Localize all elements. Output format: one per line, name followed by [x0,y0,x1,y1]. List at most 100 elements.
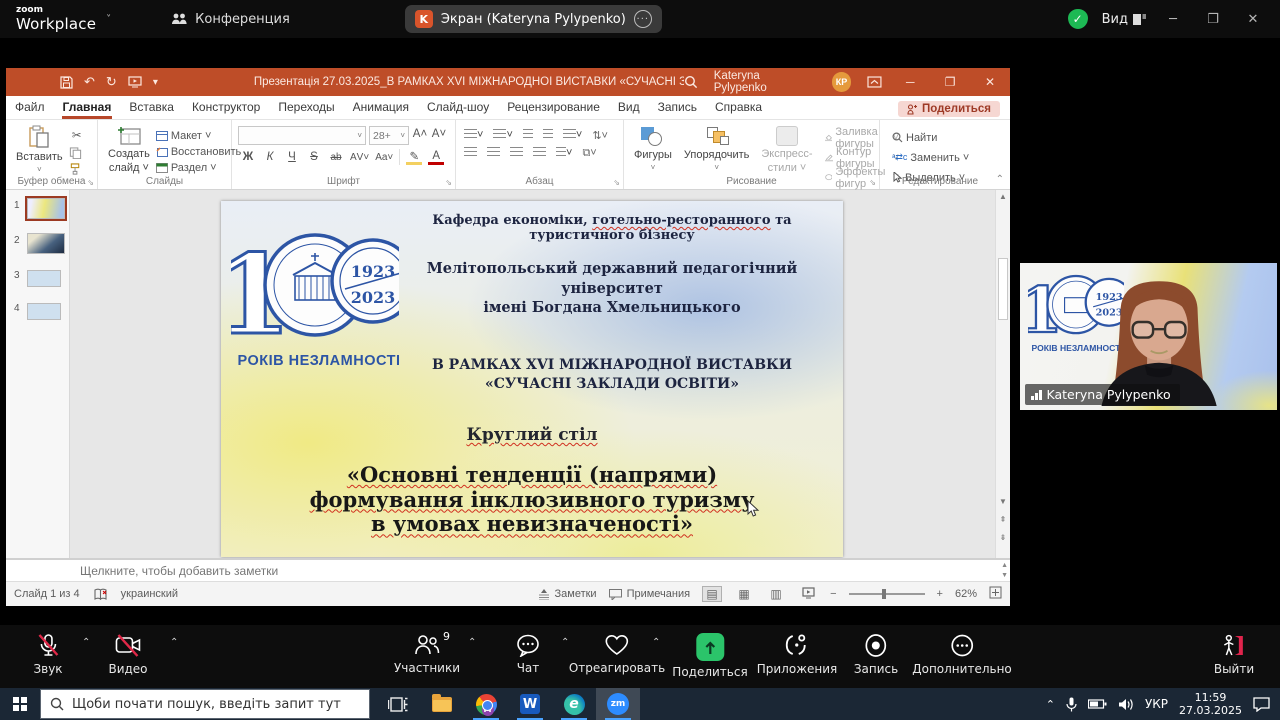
thumbnail-slide-1[interactable]: 1 [14,198,69,219]
account-avatar[interactable]: КР [832,72,852,92]
paste-button[interactable]: Вставить ˅ [10,124,69,175]
notes-pane[interactable]: Щелкните, чтобы добавить заметки ▲▼ [6,558,1010,581]
tab-view[interactable]: Вид [609,97,649,119]
tray-language-indicator[interactable]: УКР [1145,697,1168,711]
notes-toggle[interactable]: Заметки [538,588,597,600]
slide-4-thumbnail[interactable] [27,303,61,320]
start-button[interactable] [0,688,40,720]
thumbnail-slide-4[interactable]: 4 [14,301,69,320]
bullets-button[interactable]: ˅ [464,129,483,142]
shapes-button[interactable]: Фигуры ˅ [628,124,678,175]
zoom-maximize-button[interactable]: ❐ [1200,12,1226,27]
tray-mic-icon[interactable] [1066,697,1077,712]
view-menu[interactable]: Вид [1102,12,1146,27]
language-indicator[interactable]: украинский [121,588,178,600]
comments-toggle[interactable]: Примечания [609,588,691,600]
security-shield-icon[interactable]: ✓ [1068,9,1088,29]
thumbnail-slide-3[interactable]: 3 [14,268,69,287]
zoom-out-button[interactable]: − [830,588,836,600]
change-case-button[interactable]: Aa˅ [375,149,393,165]
next-slide-icon[interactable]: ⇟ [996,533,1010,542]
fit-to-window-button[interactable] [989,586,1002,602]
tray-volume-icon[interactable] [1118,698,1134,711]
tab-review[interactable]: Рецензирование [498,97,609,119]
screen-tab-more-icon[interactable]: ··· [634,10,652,28]
customize-qat-icon[interactable]: ▾ [153,77,158,88]
tab-file[interactable]: Файл [6,97,54,119]
ppt-minimize-button[interactable]: ─ [898,75,922,89]
cut-icon[interactable]: ✂ [69,128,85,143]
tray-clock[interactable]: 11:59 27.03.2025 [1179,691,1242,717]
participants-button[interactable]: 9 Участники [394,633,460,675]
slideshow-view-button[interactable] [798,587,818,602]
slide-3-thumbnail[interactable] [27,270,61,287]
previous-slide-icon[interactable]: ⇞ [996,515,1010,524]
layout-button[interactable]: Макет ˅ [156,129,241,142]
workspace-chevron-icon[interactable]: ˅ [106,14,111,25]
zoom-app-button[interactable]: zm [596,688,640,720]
tab-meeting[interactable]: Конференция [171,12,290,27]
audio-button[interactable]: Звук [33,633,62,676]
tray-expand-chevron-icon[interactable]: ⌃ [1046,698,1055,711]
reading-view-button[interactable]: ▥ [766,587,786,601]
tab-help[interactable]: Справка [706,97,771,119]
font-dialog-launcher-icon[interactable]: ⇘ [445,178,452,187]
convert-smartart-button[interactable]: ⧉˅ [582,147,596,160]
react-chevron-icon[interactable]: ⌃ [652,637,660,648]
spellcheck-icon[interactable] [94,588,107,600]
slide-sorter-view-button[interactable]: ▦ [734,587,754,601]
strikethrough-button[interactable]: S [306,149,322,165]
participant-video-tile[interactable]: 1 1923 2023 РОКІВ НЕЗЛАМНОСТІ [1020,263,1277,410]
ppt-close-button[interactable]: ✕ [978,75,1002,89]
font-size-combo[interactable]: 28+˅ [369,126,409,145]
ppt-share-button[interactable]: Поделиться [898,101,1000,117]
tab-insert[interactable]: Вставка [120,97,183,119]
increase-indent-button[interactable] [543,129,553,142]
slide-1-thumbnail[interactable] [27,198,65,219]
record-button[interactable]: Запись [854,633,898,676]
zoom-slider-knob[interactable] [882,589,886,599]
zoom-minimize-button[interactable]: ─ [1160,12,1186,27]
more-button[interactable]: Дополнительно [912,633,1012,676]
format-painter-icon[interactable] [69,163,82,175]
zoom-percentage[interactable]: 62% [955,588,977,600]
action-center-icon[interactable] [1253,697,1270,712]
edge-button[interactable]: e [552,688,596,720]
ppt-search-icon[interactable] [684,75,698,89]
text-direction-button[interactable]: ⇅˅ [592,129,608,142]
slide-2-thumbnail[interactable] [27,233,65,254]
copy-icon[interactable] [69,147,82,159]
react-button[interactable]: Отреагировать [569,633,665,675]
account-name[interactable]: Kateryna Pylypenko [714,70,816,94]
collapse-ribbon-icon[interactable]: ⌃ [996,174,1004,185]
bold-button[interactable]: Ж [240,149,256,165]
find-button[interactable]: Найти [892,129,996,146]
thumbnail-slide-2[interactable]: 2 [14,233,69,254]
vertical-scrollbar[interactable]: ▲ ▼ ⇞ ⇟ [995,190,1010,558]
drawing-dialog-launcher-icon[interactable]: ⇘ [869,178,876,187]
task-view-button[interactable] [376,688,420,720]
highlight-color-button[interactable]: ✎ [406,149,422,165]
underline-button[interactable]: Ч [284,149,300,165]
save-icon[interactable] [60,76,73,89]
paragraph-dialog-launcher-icon[interactable]: ⇘ [613,178,620,187]
tab-shared-screen[interactable]: K Экран (Kateryna Pylypenko) ··· [405,5,662,33]
zoom-slider[interactable] [849,593,925,595]
tab-animations[interactable]: Анимация [344,97,418,119]
normal-view-button[interactable]: ▤ [702,586,722,602]
scroll-down-icon[interactable]: ▼ [996,497,1010,506]
italic-button[interactable]: К [262,149,278,165]
font-color-button[interactable]: А [428,149,444,165]
section-button[interactable]: Раздел ˅ [156,162,241,175]
notes-scroll-icons[interactable]: ▲▼ [1001,561,1008,581]
ribbon-display-options-icon[interactable] [867,76,882,88]
audio-options-chevron-icon[interactable]: ⌃ [82,637,90,648]
reset-button[interactable]: Восстановить [156,145,241,158]
new-slide-button[interactable]: Создать слайд ˅ [102,124,156,175]
align-center-button[interactable] [487,147,500,160]
tab-transitions[interactable]: Переходы [269,97,343,119]
apps-button[interactable]: Приложения [757,633,838,676]
share-screen-button[interactable]: Поделиться [672,633,747,679]
align-right-button[interactable] [510,147,523,160]
chrome-button[interactable]: M [464,688,508,720]
